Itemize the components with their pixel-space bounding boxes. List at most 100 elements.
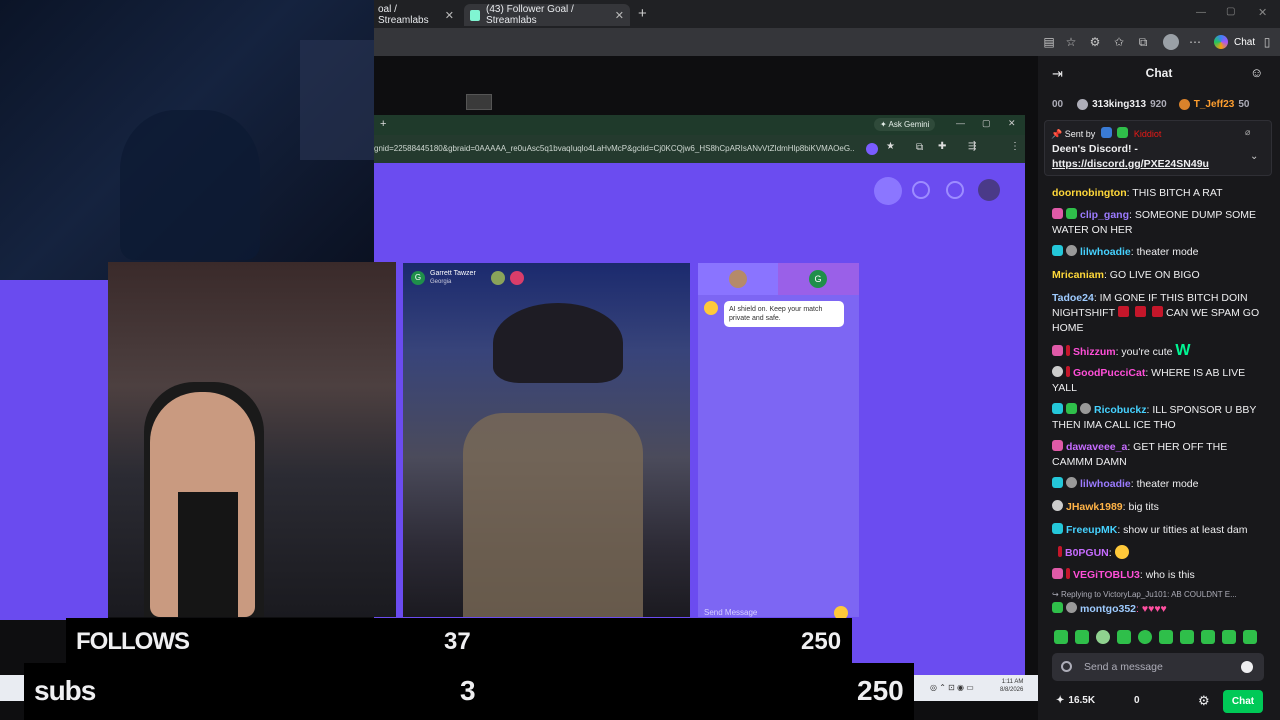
ask-gemini-button[interactable]: ✦ Ask Gemini — [874, 118, 936, 131]
reader-icon[interactable]: ▤ — [1040, 33, 1058, 51]
emote-icon[interactable] — [1180, 630, 1194, 644]
close-tab-icon[interactable]: ✕ — [445, 9, 454, 22]
match-tab-g[interactable]: G — [778, 263, 859, 295]
chat-username[interactable]: lilwhoadie — [1080, 246, 1131, 258]
chat-text: : GO LIVE ON BIGO — [1103, 269, 1200, 281]
match-tab-user[interactable] — [698, 263, 778, 295]
chat-input-badge-icon[interactable] — [1061, 661, 1072, 672]
user-badge-icon — [1066, 245, 1077, 256]
inner-new-tab-icon[interactable]: + — [380, 118, 386, 130]
taskbar-date: 8/8/2026 — [1000, 687, 1024, 693]
chat-settings-icon[interactable]: ⚙ — [1198, 693, 1210, 709]
user-avatar[interactable] — [978, 179, 1000, 201]
jersey-background — [300, 40, 374, 160]
chat-username[interactable]: Ricobuckz — [1094, 404, 1147, 416]
chat-username[interactable]: FreeupMK — [1066, 524, 1117, 536]
partner-avatar: G — [411, 271, 425, 285]
pinned-user[interactable]: Kiddiot — [1134, 129, 1162, 139]
match-chat-panel: G AI shield on. Keep your match private … — [698, 263, 859, 620]
maximize-icon[interactable]: ▢ — [1226, 6, 1235, 17]
chat-username[interactable]: B0PGUN — [1065, 547, 1109, 559]
inner-close-icon[interactable]: ✕ — [1008, 118, 1016, 129]
gift-badge-icon — [1052, 602, 1063, 613]
chat-send-button[interactable]: Chat — [1223, 690, 1263, 713]
inner-cast-icon[interactable]: ⇶ — [968, 141, 976, 152]
chat-username[interactable]: Mricaniam — [1052, 269, 1104, 281]
chat-username[interactable]: VEGiTOBLU3 — [1073, 569, 1140, 581]
leaderboard-name[interactable]: 313king313 — [1092, 99, 1146, 110]
notifications-icon[interactable] — [946, 181, 964, 199]
tab-follower-goal[interactable]: (43) Follower Goal / Streamlabs ✕ — [464, 4, 630, 26]
subs-goal: 250 — [857, 675, 904, 706]
chat-input[interactable]: Send a message — [1052, 653, 1264, 681]
inner-address-bar[interactable]: gnid=22588445180&gbraid=0AAAAA_re0uAsc5q… — [374, 135, 1025, 163]
cowboy-hat — [493, 303, 623, 383]
chat-username[interactable]: clip_gang — [1080, 209, 1129, 221]
black-top — [178, 492, 238, 617]
emote-icon[interactable] — [1138, 630, 1152, 644]
inner-ext2-icon[interactable]: ⧉ — [916, 142, 923, 153]
emote-icon[interactable] — [1159, 630, 1173, 644]
new-tab-icon[interactable]: + — [638, 5, 647, 22]
minimize-icon[interactable]: — — [1196, 7, 1206, 18]
copilot-chat-button[interactable]: Chat — [1214, 35, 1255, 49]
close-window-icon[interactable]: ✕ — [1258, 6, 1267, 19]
more-icon[interactable]: ⋯ — [1186, 33, 1204, 51]
sub-badge-icon — [1052, 403, 1063, 414]
gift-badge-icon — [1066, 403, 1077, 414]
viewer-count[interactable]: ✦ 16.5K — [1056, 695, 1095, 706]
chat-username[interactable]: doornobington — [1052, 187, 1127, 199]
chat-username[interactable]: GoodPucciCat — [1073, 367, 1145, 379]
points-count[interactable]: 0 — [1134, 695, 1140, 706]
crown-icon[interactable] — [874, 177, 902, 205]
emote-icon[interactable] — [1075, 630, 1089, 644]
inner-menu-icon[interactable]: ⋮ — [1010, 141, 1020, 152]
tab-goal-streamlabs[interactable]: oal / Streamlabs ✕ — [372, 4, 460, 26]
tab-label: (43) Follower Goal / Streamlabs — [486, 4, 574, 26]
leaderboard-name[interactable]: T_Jeff23 — [1194, 99, 1235, 110]
history-icon[interactable] — [912, 181, 930, 199]
pinned-link[interactable]: https://discord.gg/PXE24SN49u — [1052, 158, 1209, 170]
tray-icons[interactable]: ◎ ⌃ ⊡ ◉ ▭ — [930, 683, 974, 692]
pinned-message[interactable]: 📌 Sent by Kiddiot ⌀ Deen's Discord! - ht… — [1044, 120, 1272, 176]
sidebar-icon[interactable]: ▯ — [1258, 33, 1276, 51]
emote-icon[interactable] — [1201, 630, 1215, 644]
favorites-icon[interactable]: ✩ — [1110, 33, 1128, 51]
collections-icon[interactable]: ⧉ — [1134, 33, 1152, 51]
inner-minimize-icon[interactable]: — — [956, 118, 965, 128]
bits-badge-icon — [1066, 345, 1070, 356]
inner-extension-icon[interactable] — [866, 143, 878, 155]
chat-users-icon[interactable]: ☺ — [1250, 65, 1263, 80]
chat-message: Shizzum: you're cute W — [1052, 343, 1264, 360]
profile-avatar[interactable] — [1163, 34, 1179, 50]
chevron-down-icon[interactable]: ⌄ — [1250, 151, 1258, 162]
star-icon[interactable]: ☆ — [1062, 33, 1080, 51]
close-tab-icon[interactable]: ✕ — [615, 9, 624, 22]
emote-icon[interactable] — [1243, 630, 1257, 644]
emote-icon[interactable] — [1222, 630, 1236, 644]
chat-username[interactable]: JHawk1989 — [1066, 501, 1123, 513]
partner-video: G Garrett Tawzer Georgia — [403, 263, 690, 617]
chat-username[interactable]: dawaveee_a — [1066, 441, 1127, 453]
unpin-icon[interactable]: ⌀ — [1245, 127, 1250, 138]
inner-puzzle-icon[interactable]: ✚ — [938, 141, 946, 152]
emote-icon[interactable] — [1054, 630, 1068, 644]
reply-context[interactable]: ↪ Replying to VictoryLap_Ju101: AB COULD… — [1052, 590, 1237, 599]
chat-username[interactable]: montgo352 — [1080, 603, 1136, 615]
chat-text: : big tits — [1122, 501, 1159, 513]
extension-icon[interactable]: ⚙ — [1086, 33, 1104, 51]
send-message-input[interactable]: Send Message — [704, 608, 757, 617]
taskbar-clock[interactable]: 1:11 AM 8/8/2026 — [1000, 678, 1023, 694]
emote-icon[interactable] — [1117, 630, 1131, 644]
inner-star-icon[interactable]: ★ — [886, 141, 895, 152]
emote-picker-icon[interactable] — [1241, 661, 1253, 673]
sub-badge-icon — [1052, 477, 1063, 488]
chat-username[interactable]: Shizzum — [1073, 346, 1116, 358]
partner-gift-icon[interactable] — [509, 271, 524, 285]
inner-maximize-icon[interactable]: ▢ — [982, 118, 991, 129]
chat-username[interactable]: Tadoe24 — [1052, 292, 1094, 304]
emote-icon[interactable] — [1096, 630, 1110, 644]
follows-goal: 250 — [801, 628, 842, 655]
chat-username[interactable]: lilwhoadie — [1080, 478, 1131, 490]
emote-icon — [1118, 306, 1129, 317]
